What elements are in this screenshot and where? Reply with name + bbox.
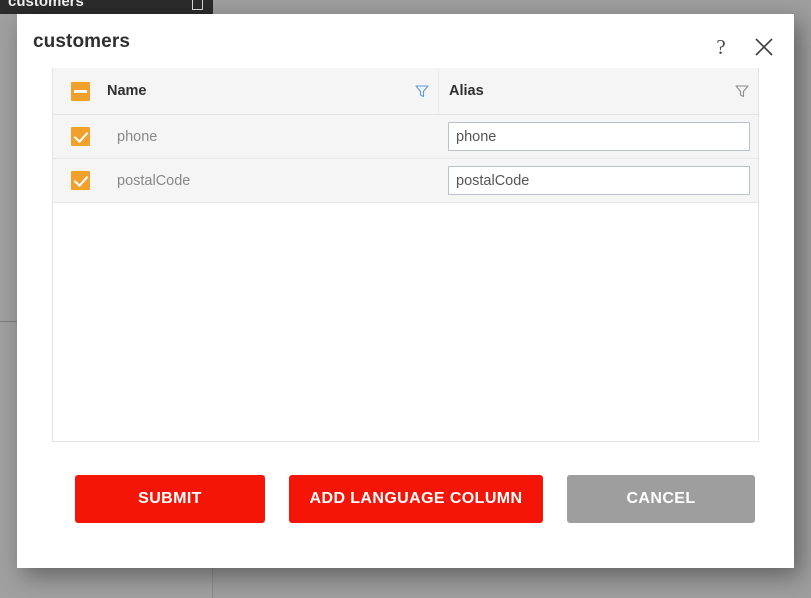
customers-dialog: customers ? Name Alias	[17, 14, 794, 568]
row-name-label: phone	[107, 129, 157, 145]
grid-header-name-cell: Name	[107, 83, 438, 99]
grid-header-alias-cell: Alias	[438, 68, 758, 114]
row-alias-cell	[438, 115, 758, 158]
cancel-button[interactable]: CANCEL	[567, 475, 755, 523]
row-name-cell: phone	[107, 129, 438, 145]
alias-input[interactable]	[448, 122, 750, 151]
select-all-checkbox[interactable]	[71, 82, 90, 101]
table-row[interactable]: phone	[53, 115, 758, 159]
dialog-title: customers	[33, 31, 130, 53]
column-header-alias: Alias	[449, 83, 734, 99]
background-window-title: customers	[8, 0, 84, 10]
row-name-label: postalCode	[107, 173, 190, 189]
dialog-header: customers ?	[17, 14, 794, 72]
table-row[interactable]: postalCode	[53, 159, 758, 203]
row-checkbox[interactable]	[71, 127, 90, 146]
column-header-name: Name	[107, 83, 414, 99]
alias-input[interactable]	[448, 166, 750, 195]
dialog-footer: SUBMIT ADD LANGUAGE COLUMN CANCEL	[17, 475, 794, 523]
filter-icon[interactable]	[734, 83, 750, 99]
row-alias-cell	[438, 159, 758, 202]
row-select-cell	[53, 127, 107, 146]
window-restore-icon[interactable]	[192, 0, 203, 10]
help-icon[interactable]: ?	[708, 34, 734, 60]
submit-button[interactable]: SUBMIT	[75, 475, 265, 523]
columns-grid: Name Alias phone	[52, 68, 759, 442]
row-checkbox[interactable]	[71, 171, 90, 190]
row-name-cell: postalCode	[107, 173, 438, 189]
filter-icon[interactable]	[414, 83, 430, 99]
grid-header-row: Name Alias	[53, 68, 758, 115]
close-icon[interactable]	[751, 34, 777, 60]
background-window-titlebar: customers	[0, 0, 213, 14]
row-select-cell	[53, 171, 107, 190]
add-language-column-button[interactable]: ADD LANGUAGE COLUMN	[289, 475, 543, 523]
grid-header-select-cell	[53, 82, 107, 101]
